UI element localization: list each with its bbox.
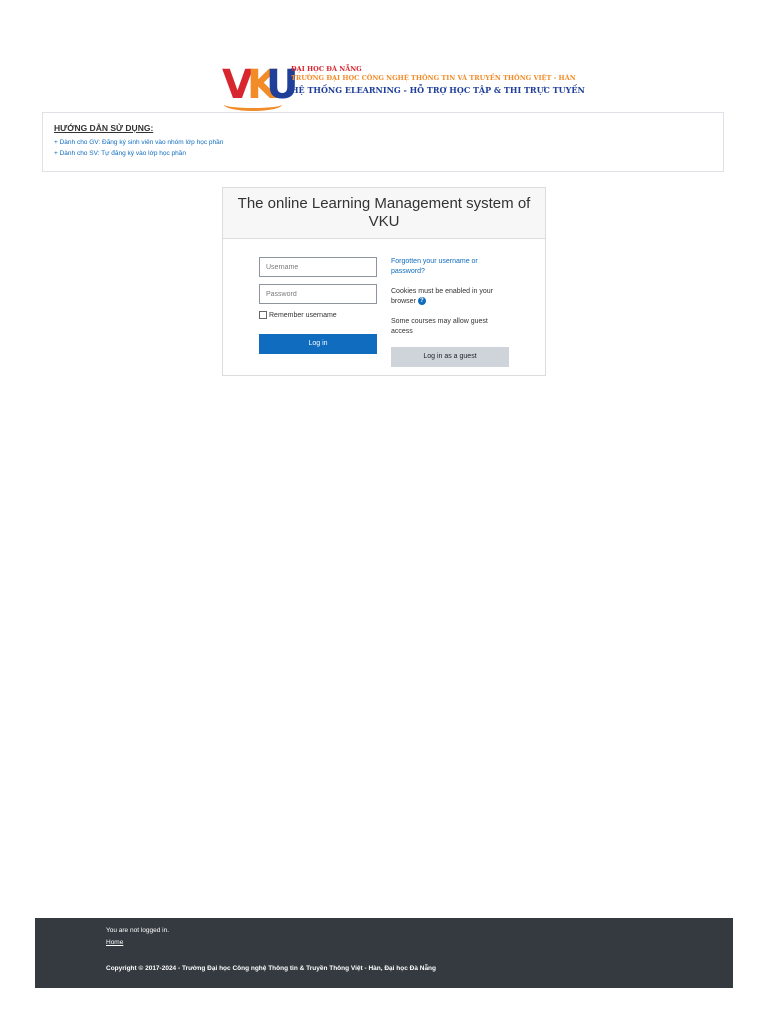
page-footer: You are not logged in. Home Copyright © … [35, 918, 733, 988]
remember-checkbox[interactable] [259, 311, 267, 319]
remember-username[interactable]: Remember username [259, 311, 337, 319]
password-input[interactable] [259, 284, 377, 304]
login-title: The online Learning Management system of… [237, 195, 531, 230]
username-input[interactable] [259, 257, 377, 277]
footer-home-link[interactable]: Home [106, 939, 123, 946]
copyright-text: Copyright © 2017-2024 - Trường Đại học C… [106, 965, 436, 972]
help-icon[interactable]: ? [417, 297, 426, 306]
guest-access-notice: Some courses may allow guest access [391, 317, 511, 337]
forgot-password-link-wrap: Forgotten your username or password? [391, 257, 511, 277]
login-button[interactable]: Log in [259, 334, 377, 354]
usage-guide-box: HƯỚNG DẪN SỬ DỤNG: + Dành cho GV: Đăng k… [42, 112, 724, 172]
cookies-notice: Cookies must be enabled in your browser … [391, 287, 511, 307]
usage-guide-title: HƯỚNG DẪN SỬ DỤNG: [54, 123, 154, 133]
cookies-text: Cookies must be enabled in your browser [391, 288, 493, 305]
site-logo[interactable]: V K U ĐẠI HỌC ĐÀ NẴNG TRƯỜNG ĐẠI HỌC CÔN… [222, 62, 585, 111]
guide-link-teacher[interactable]: + Dành cho GV: Đăng ký sinh viên vào nhó… [54, 139, 223, 146]
login-status-text: You are not logged in. [106, 927, 170, 934]
remember-label: Remember username [269, 311, 337, 319]
logo-line-school: TRƯỜNG ĐẠI HỌC CÔNG NGHỆ THÔNG TIN VÀ TR… [291, 74, 576, 82]
forgot-password-link[interactable]: Forgotten your username or password? [391, 258, 478, 275]
guest-access-text: Some courses may allow guest access [391, 318, 488, 335]
guest-login-button[interactable]: Log in as a guest [391, 347, 509, 367]
login-card-header: The online Learning Management system of… [223, 188, 545, 239]
login-card: The online Learning Management system of… [222, 187, 546, 376]
guide-link-student[interactable]: + Dành cho SV: Tự đăng ký vào lớp học ph… [54, 150, 186, 157]
logo-line-university: ĐẠI HỌC ĐÀ NẴNG [291, 65, 362, 73]
logo-text: ĐẠI HỌC ĐÀ NẴNG TRƯỜNG ĐẠI HỌC CÔNG NGHỆ… [291, 65, 585, 97]
logo-line-system: HỆ THỐNG ELEARNING - HỖ TRỢ HỌC TẬP & TH… [291, 85, 585, 95]
